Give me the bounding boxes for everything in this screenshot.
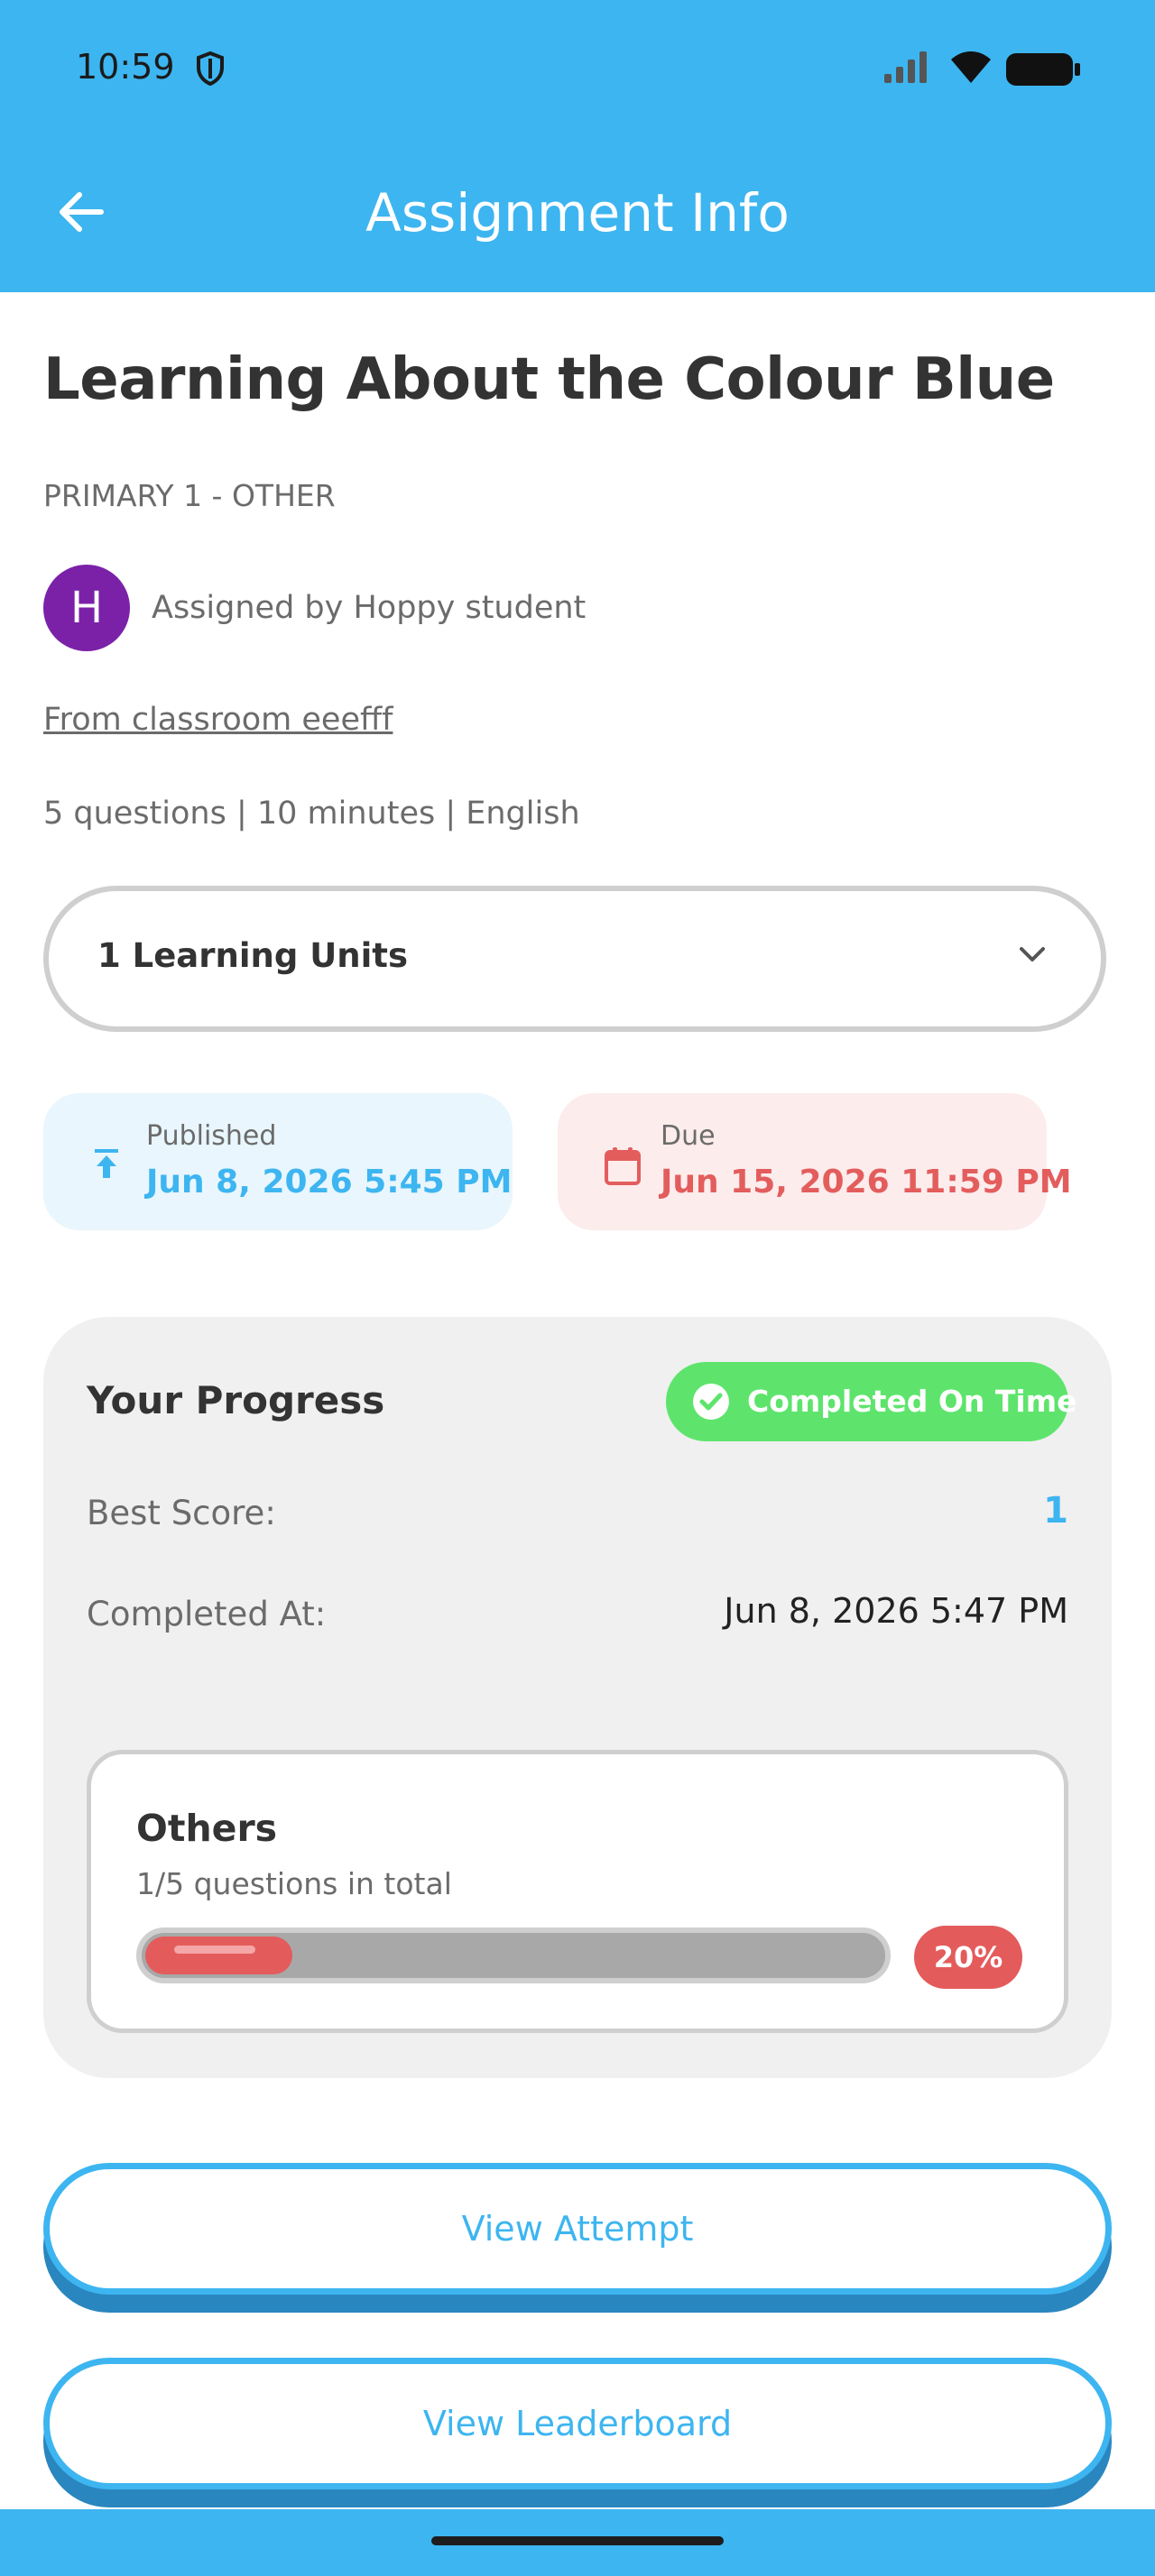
status-badge-text: Completed On Time [747,1384,1077,1419]
assigned-by-text: Assigned by Hoppy student [152,590,587,626]
chevron-down-icon [1020,947,1045,961]
publish-icon [95,1149,118,1178]
bottom-gesture-bar [0,2509,1155,2576]
signal-icon [884,51,927,83]
learning-units-dropdown[interactable]: 1 Learning Units [43,886,1106,1032]
published-chip: Published Jun 8, 2026 5:45 PM [43,1093,513,1230]
view-leaderboard-button[interactable]: View Leaderboard [43,2358,1112,2507]
category-title: Others [136,1807,278,1850]
view-attempt-button[interactable]: View Attempt [43,2163,1112,2313]
home-indicator[interactable] [431,2536,724,2545]
shield-icon [197,51,224,87]
learning-units-label: 1 Learning Units [97,936,409,975]
due-chip: Due Jun 15, 2026 11:59 PM [558,1093,1072,1230]
published-date: Jun 8, 2026 5:45 PM [146,1164,513,1201]
best-score-label: Best Score: [87,1494,276,1532]
progress-bar-fill [145,1937,292,1974]
status-bar: 10:59 [0,0,1155,135]
assignment-subject: PRIMARY 1 - OTHER [43,478,336,513]
calendar-icon [605,1147,641,1185]
completed-at-label: Completed At: [87,1595,327,1633]
classroom-link[interactable]: From classroom eeefff [43,702,393,738]
best-score-value: 1 [1043,1490,1068,1532]
completed-at-value: Jun 8, 2026 5:47 PM [724,1591,1068,1631]
category-subtitle: 1/5 questions in total [136,1866,452,1901]
published-label: Published [146,1120,277,1152]
progress-bar-highlight [174,1946,255,1954]
app-bar: Assignment Info [0,135,1155,292]
progress-title: Your Progress [87,1378,385,1422]
check-circle-icon [693,1384,729,1420]
wifi-icon [951,51,991,83]
percent-badge: 20% [914,1926,1022,1989]
progress-card: Your Progress Completed On Time Best Sco… [43,1317,1112,2078]
category-progress-card: Others 1/5 questions in total 20% [87,1750,1068,2033]
due-label: Due [661,1120,716,1152]
view-attempt-label: View Attempt [43,2163,1112,2295]
progress-bar [136,1927,891,1983]
assignment-meta: 5 questions | 10 minutes | English [43,796,580,832]
assignment-title: Learning About the Colour Blue [43,346,1055,413]
battery-icon [1006,53,1080,86]
status-badge: Completed On Time [666,1362,1076,1441]
view-leaderboard-label: View Leaderboard [43,2358,1112,2489]
status-time: 10:59 [76,47,175,87]
due-date: Jun 15, 2026 11:59 PM [661,1164,1072,1201]
avatar: H [43,565,130,651]
page-title: Assignment Info [365,182,790,244]
